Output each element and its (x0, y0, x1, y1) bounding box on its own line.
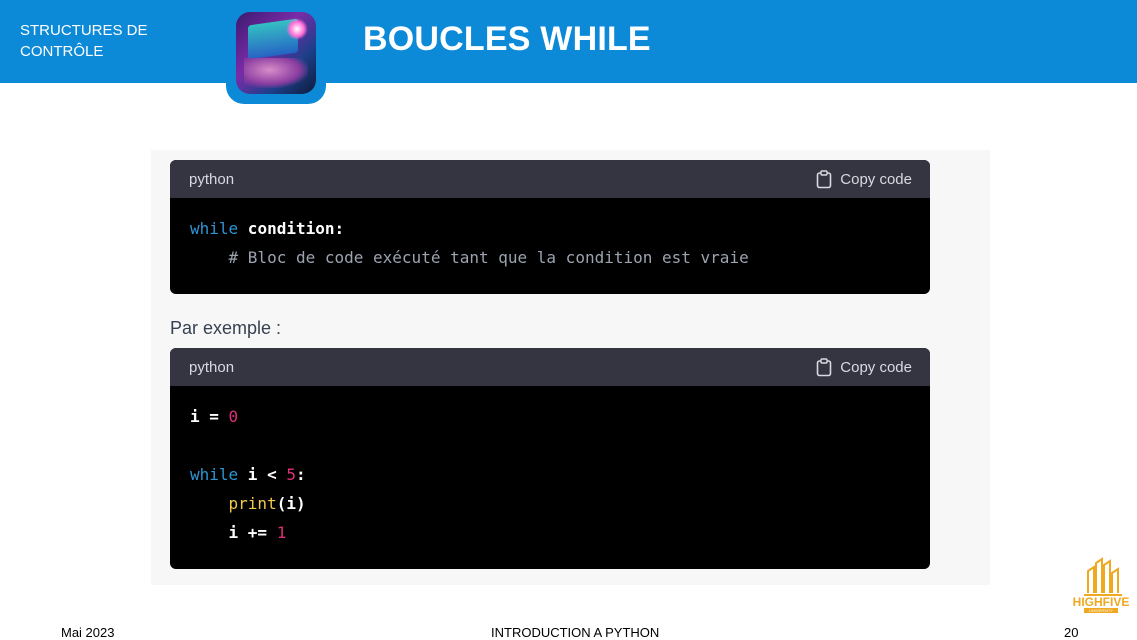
language-label: python (189, 171, 235, 188)
code-body: while condition: # Bloc de code exécuté … (170, 198, 930, 288)
logo-text: HIGHFIVE (1073, 595, 1130, 609)
page-number: 20 (1064, 625, 1079, 640)
language-label: python (189, 359, 235, 376)
hacker-keyboard-image (236, 12, 316, 94)
copy-code-label: Copy code (840, 170, 912, 188)
code-keyword: while (190, 219, 239, 238)
code-body: i = 0 while i < 5: print(i) i += 1 (170, 386, 930, 563)
code-number: 0 (228, 407, 239, 426)
code-keyword: while (190, 465, 239, 484)
example-label: Par exemple : (170, 318, 282, 338)
code-text: (i) (276, 494, 306, 513)
footer-course: INTRODUCTION A PYTHON (491, 625, 660, 640)
code-text: i < (238, 465, 287, 484)
code-text: condition: (238, 219, 345, 238)
copy-code-button[interactable]: Copy code (816, 169, 912, 189)
code-number: 5 (286, 465, 296, 484)
copy-code-button[interactable]: Copy code (816, 357, 912, 377)
code-header: python Copy code (170, 160, 930, 198)
section-label: STRUCTURES DE CONTRÔLE (20, 22, 148, 60)
code-number: 1 (276, 523, 287, 542)
footer-date: Mai 2023 (61, 625, 115, 640)
clipboard-icon (816, 169, 832, 189)
page-title: BOUCLES WHILE (363, 20, 651, 58)
code-text: : (295, 465, 306, 484)
highfive-logo: HIGHFIVE UNIVERSITY (1066, 557, 1136, 615)
code-text: i = (190, 407, 229, 426)
clipboard-icon (816, 357, 832, 377)
logo-subtext: UNIVERSITY (1089, 608, 1113, 613)
code-header: python Copy code (170, 348, 930, 386)
code-function: print (228, 494, 277, 513)
code-comment: # Bloc de code exécuté tant que la condi… (190, 248, 749, 267)
copy-code-label: Copy code (840, 358, 912, 376)
code-block-example: python Copy code i = 0 while i < 5: prin… (170, 348, 930, 569)
code-text: i += (190, 523, 277, 542)
code-block-syntax: python Copy code while condition: # Bloc… (170, 160, 930, 294)
